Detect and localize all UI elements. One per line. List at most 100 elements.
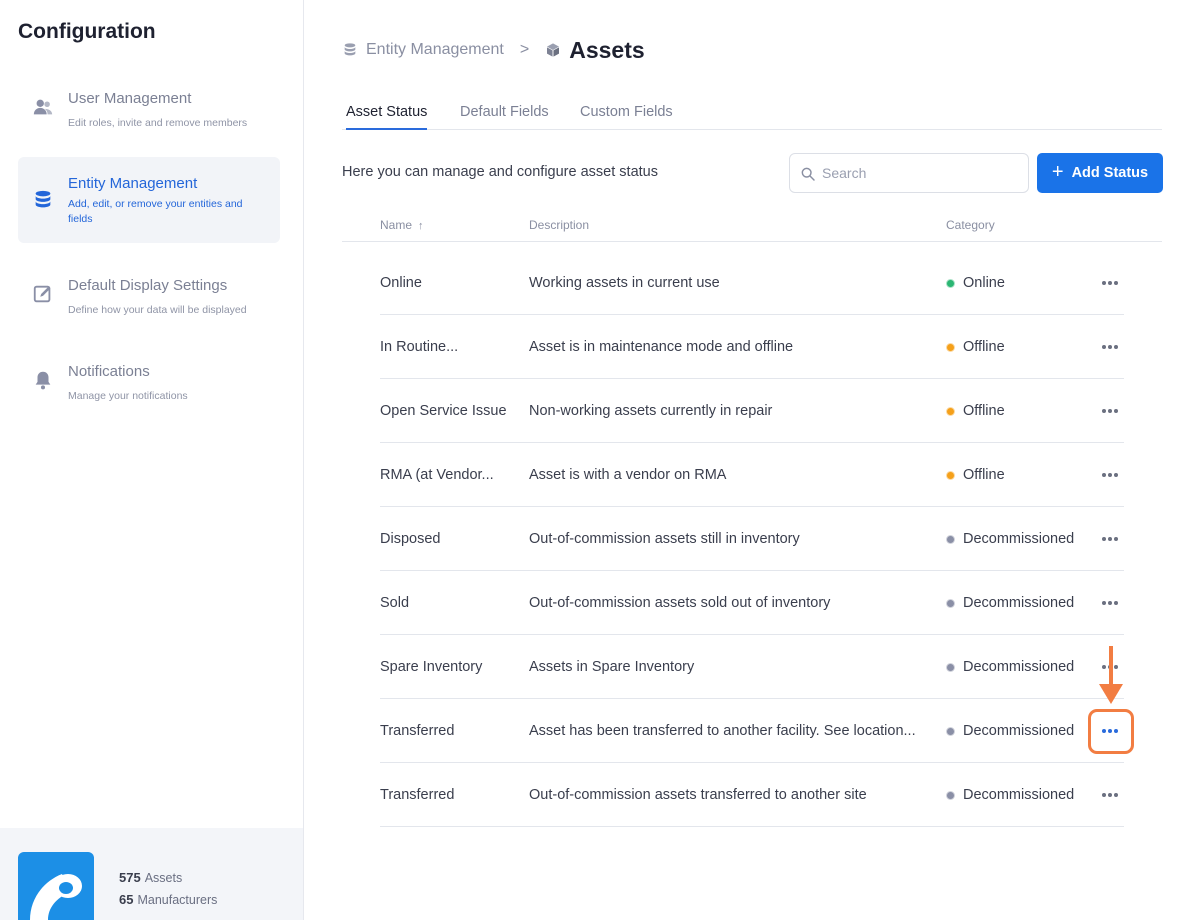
row-description: Non-working assets currently in repair — [529, 403, 773, 419]
row-description: Asset is with a vendor on RMA — [529, 467, 727, 483]
row-name: Sold — [380, 595, 410, 611]
table-row[interactable]: Transferred Asset has been transferred to… — [380, 699, 1124, 763]
sidebar-item-user-management[interactable]: User Management Edit roles, invite and r… — [18, 64, 280, 150]
assets-count: 575 — [119, 870, 141, 885]
main-content: Entity Management > Assets Asset Status … — [304, 0, 1200, 920]
category-status-dot — [946, 534, 955, 544]
column-header-name-label: Name — [380, 218, 413, 232]
assets-label: Assets — [144, 871, 183, 885]
row-name: Disposed — [380, 531, 441, 547]
row-category: Decommissioned — [946, 595, 1074, 611]
sidebar-item-entity-management[interactable]: Entity Management Add, edit, or remove y… — [18, 157, 280, 243]
category-status-dot — [946, 278, 955, 288]
add-status-button[interactable]: + Add Status — [1037, 153, 1163, 193]
sidebar-item-desc: Define how your data will be displayed — [68, 304, 247, 316]
row-name: RMA (at Vendor... — [380, 467, 494, 483]
search-icon — [801, 167, 815, 181]
table-row[interactable]: In Routine... Asset is in maintenance mod… — [380, 315, 1124, 379]
annotation-highlight-box — [1088, 709, 1134, 754]
sidebar-item-desc: Edit roles, invite and remove members — [68, 117, 248, 129]
plus-icon: + — [1051, 161, 1064, 183]
category-status-dot — [946, 598, 955, 608]
search-box[interactable] — [789, 153, 1029, 193]
table-header: Name ↑ Description Category — [342, 208, 1162, 242]
row-name: Online — [380, 275, 422, 291]
category-status-dot — [946, 406, 955, 416]
category-label: Offline — [963, 467, 1005, 483]
category-status-dot — [946, 726, 955, 736]
more-options-icon[interactable] — [1100, 593, 1120, 613]
sidebar-item-default-display-settings[interactable]: Default Display Settings Define how your… — [18, 251, 280, 337]
column-header-category: Category — [946, 218, 995, 232]
annotation-arrow-head — [1099, 684, 1123, 704]
table-row[interactable]: Open Service Issue Non-working assets cur… — [380, 379, 1124, 443]
tab-asset-status[interactable]: Asset Status — [346, 104, 428, 130]
sidebar: Configuration User Management Edit roles… — [0, 0, 304, 920]
row-description: Out-of-commission assets sold out of inv… — [529, 595, 831, 611]
row-category: Decommissioned — [946, 659, 1074, 675]
row-description: Asset has been transferred to another fa… — [529, 723, 916, 739]
row-category: Offline — [946, 339, 1005, 355]
annotation-arrow-shaft — [1109, 646, 1113, 686]
category-label: Decommissioned — [963, 595, 1075, 611]
users-icon — [33, 99, 53, 115]
sort-up-icon[interactable]: ↑ — [418, 220, 424, 232]
row-category: Online — [946, 275, 1005, 291]
edit-icon — [33, 285, 51, 303]
category-label: Online — [963, 275, 1005, 291]
manufacturers-count: 65 — [119, 892, 134, 907]
row-name: Spare Inventory — [380, 659, 483, 675]
row-description: Asset is in maintenance mode and offline — [529, 339, 794, 355]
breadcrumb-parent-link[interactable]: Entity Management — [366, 41, 504, 59]
sidebar-item-desc: Add, edit, or remove your entities and f… — [68, 198, 243, 225]
assets-stat: 575 Assets — [119, 870, 182, 885]
table-row[interactable]: Disposed Out-of-commission assets still i… — [380, 507, 1124, 571]
more-options-icon[interactable] — [1100, 401, 1120, 421]
category-status-dot — [946, 662, 955, 672]
category-label: Decommissioned — [963, 531, 1075, 547]
table-row[interactable]: Spare Inventory Assets in Spare Inventory… — [380, 635, 1124, 699]
more-options-icon[interactable] — [1100, 785, 1120, 805]
row-category: Decommissioned — [946, 787, 1074, 803]
more-options-icon[interactable] — [1100, 465, 1120, 485]
tab-custom-fields[interactable]: Custom Fields — [580, 104, 673, 130]
row-category: Decommissioned — [946, 531, 1074, 547]
more-options-icon[interactable] — [1100, 273, 1120, 293]
sidebar-item-label: Notifications — [68, 363, 150, 380]
sidebar-item-label: User Management — [68, 90, 192, 107]
sidebar-footer: 575 Assets 65 Manufacturers — [0, 828, 303, 920]
row-name: Transferred — [380, 723, 455, 739]
sidebar-item-notifications[interactable]: Notifications Manage your notifications — [18, 337, 280, 423]
table-row[interactable]: Transferred Out-of-commission assets tran… — [380, 763, 1124, 827]
row-category: Decommissioned — [946, 723, 1074, 739]
column-header-description: Description — [529, 218, 590, 232]
row-name: Transferred — [380, 787, 455, 803]
row-category: Offline — [946, 467, 1005, 483]
breadcrumb: Entity Management > Assets — [342, 36, 645, 64]
intro-text: Here you can manage and configure asset … — [342, 164, 658, 180]
more-options-icon[interactable] — [1100, 529, 1120, 549]
more-options-icon[interactable] — [1100, 337, 1120, 357]
sidebar-item-desc: Manage your notifications — [68, 390, 188, 402]
logo-icon — [30, 874, 82, 920]
table-row[interactable]: RMA (at Vendor... Asset is with a vendor … — [380, 443, 1124, 507]
row-description: Assets in Spare Inventory — [529, 659, 695, 675]
category-status-dot — [946, 790, 955, 800]
table-row[interactable]: Online Working assets in current use Onlin… — [380, 251, 1124, 315]
table-row[interactable]: Sold Out-of-commission assets sold out of… — [380, 571, 1124, 635]
sidebar-item-label: Entity Management — [68, 175, 198, 192]
row-category: Offline — [946, 403, 1005, 419]
row-description: Working assets in current use — [529, 275, 720, 291]
database-icon — [344, 43, 356, 56]
category-label: Decommissioned — [963, 723, 1075, 739]
category-label: Offline — [963, 339, 1005, 355]
manufacturers-stat: 65 Manufacturers — [119, 892, 217, 907]
category-label: Decommissioned — [963, 787, 1075, 803]
search-input[interactable] — [822, 162, 1017, 184]
category-status-dot — [946, 342, 955, 352]
column-header-name[interactable]: Name ↑ — [380, 218, 424, 232]
tab-default-fields[interactable]: Default Fields — [460, 104, 549, 130]
row-description: Out-of-commission assets still in invent… — [529, 531, 800, 547]
breadcrumb-separator: > — [519, 41, 530, 58]
tab-bar: Asset Status Default Fields Custom Field… — [342, 104, 1162, 130]
